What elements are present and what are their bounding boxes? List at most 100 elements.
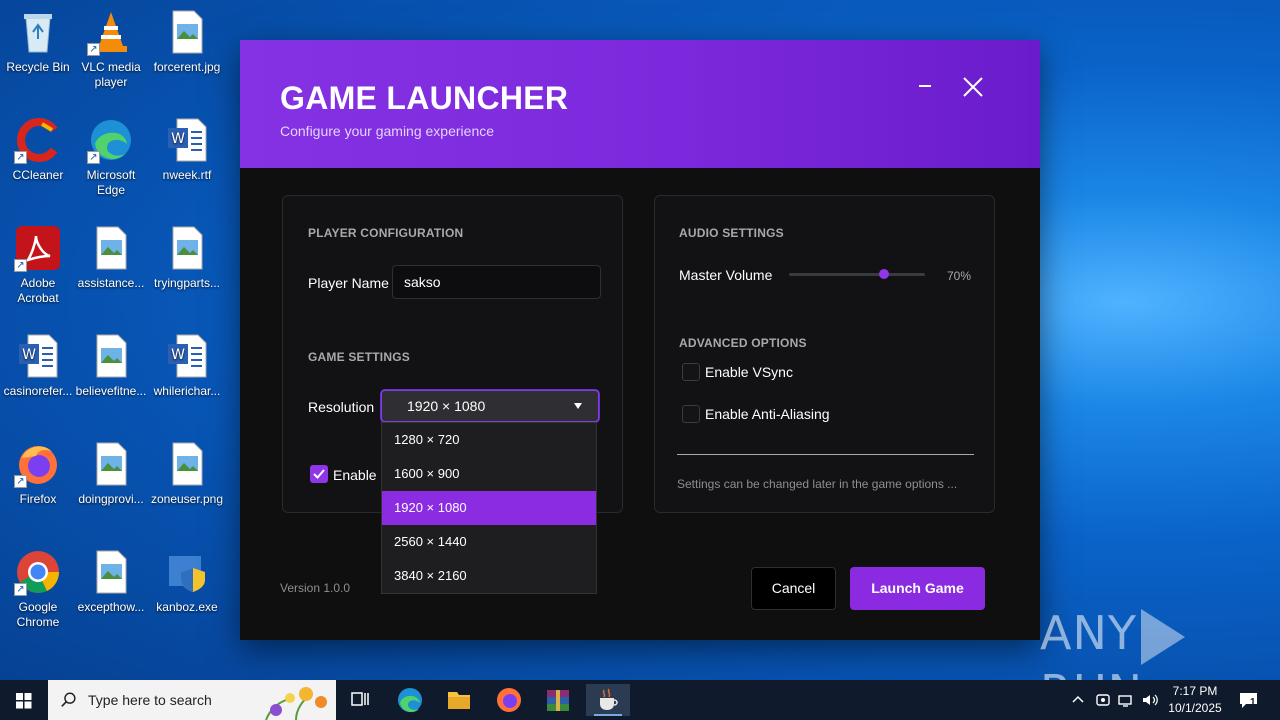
version-label: Version 1.0.0	[280, 581, 351, 595]
firefox-icon: ↗	[14, 440, 62, 488]
folder-icon	[448, 692, 470, 709]
audio-advanced-panel: AUDIO SETTINGS Master Volume 70% ADVANCE…	[654, 195, 995, 513]
edge-icon: ↗	[87, 116, 135, 164]
image-file-icon	[163, 8, 211, 56]
image-file-icon	[87, 224, 135, 272]
advanced-options-heading: ADVANCED OPTIONS	[679, 336, 807, 350]
resolution-option[interactable]: 1600 × 900	[382, 457, 596, 491]
taskbar-file-explorer[interactable]	[439, 684, 479, 716]
acrobat-icon: ↗	[14, 224, 62, 272]
desktop-icon-kanboz[interactable]: kanboz.exe	[149, 548, 225, 615]
enable-checkbox[interactable]	[310, 465, 328, 483]
desktop-icon-tryingparts[interactable]: tryingparts...	[149, 224, 225, 291]
start-button[interactable]	[0, 680, 48, 720]
active-indicator	[594, 714, 622, 716]
taskbar-firefox[interactable]	[489, 684, 529, 716]
taskbar-edge[interactable]	[390, 684, 430, 716]
resolution-option-selected[interactable]: 1920 × 1080	[382, 491, 596, 525]
windows-logo-icon	[16, 693, 32, 709]
svg-text:W: W	[171, 347, 185, 363]
desktop-icon-nweek[interactable]: W nweek.rtf	[149, 116, 225, 183]
anti-aliasing-checkbox[interactable]	[682, 405, 700, 423]
desktop-icon-label: whilerichar...	[153, 384, 221, 398]
desktop-icon-label: Adobe Acrobat	[17, 276, 59, 305]
image-file-icon	[163, 440, 211, 488]
network-button[interactable]	[1116, 690, 1136, 710]
enable-checkbox-label: Enable	[333, 467, 377, 483]
resolution-dropdown-list: 1280 × 720 1600 × 900 1920 × 1080 2560 ×…	[381, 422, 597, 594]
shortcut-arrow-icon: ↗	[87, 151, 100, 164]
desktop-icon-vlc[interactable]: ↗ VLC media player	[73, 8, 149, 90]
recycle-bin-icon	[14, 8, 62, 56]
desktop-icon-recycle-bin[interactable]: Recycle Bin	[0, 8, 76, 75]
winrar-icon	[547, 690, 569, 711]
installer-shield-icon	[163, 548, 211, 596]
desktop-icon-whilerichar[interactable]: W whilerichar...	[149, 332, 225, 399]
tray-device-icon	[1096, 694, 1110, 706]
desktop-icon-label: kanboz.exe	[156, 600, 218, 614]
desktop-icon-ccleaner[interactable]: ↗ CCleaner	[0, 116, 76, 183]
image-file-icon	[87, 548, 135, 596]
clock-date: 10/1/2025	[1168, 701, 1222, 715]
checkmark-icon	[313, 469, 325, 479]
taskbar-search-box[interactable]: Type here to search	[48, 680, 336, 720]
ccleaner-icon: ↗	[14, 116, 62, 164]
desktop-icon-zoneuser[interactable]: zoneuser.png	[149, 440, 225, 507]
desktop-icon-forcerent[interactable]: forcerent.jpg	[149, 8, 225, 75]
desktop-icon-firefox[interactable]: ↗ Firefox	[0, 440, 76, 507]
desktop-icon-excepthow[interactable]: excepthow...	[73, 548, 149, 615]
svg-text:W: W	[22, 347, 36, 363]
desktop-icon-doingprovi[interactable]: doingprovi...	[73, 440, 149, 507]
resolution-option[interactable]: 1280 × 720	[382, 423, 596, 457]
volume-button[interactable]	[1140, 690, 1160, 710]
image-file-icon	[87, 440, 135, 488]
desktop-icon-label: nweek.rtf	[162, 168, 212, 182]
close-button[interactable]	[958, 74, 988, 104]
desktop-icon-label: Microsoft Edge	[86, 168, 136, 197]
desktop-icon-label: forcerent.jpg	[153, 60, 221, 74]
desktop-icon-label: CCleaner	[12, 168, 64, 182]
cancel-button[interactable]: Cancel	[751, 567, 836, 610]
settings-hint: Settings can be changed later in the gam…	[677, 477, 958, 491]
tray-app-icon[interactable]	[1093, 690, 1113, 710]
desktop-icon-casinorefer[interactable]: W casinorefer...	[0, 332, 76, 399]
vsync-checkbox[interactable]	[682, 363, 700, 381]
desktop-icon-acrobat[interactable]: ↗ Adobe Acrobat	[0, 224, 76, 306]
launcher-header: GAME LAUNCHER Configure your gaming expe…	[240, 40, 1040, 168]
taskbar-java-app-active[interactable]	[586, 684, 630, 716]
word-document-icon: W	[163, 116, 211, 164]
desktop-icon-edge[interactable]: ↗ Microsoft Edge	[73, 116, 149, 198]
shortcut-arrow-icon: ↗	[14, 259, 27, 272]
shortcut-arrow-icon: ↗	[14, 583, 27, 596]
search-highlight-flowers-icon	[265, 687, 327, 720]
resolution-option[interactable]: 3840 × 2160	[382, 559, 596, 593]
taskbar-winrar[interactable]	[538, 684, 578, 716]
search-placeholder: Type here to search	[88, 692, 212, 708]
chevron-up-icon	[1072, 695, 1084, 703]
minimize-button[interactable]	[910, 74, 940, 104]
java-cup-icon	[600, 688, 618, 710]
desktop-icon-assistance[interactable]: assistance...	[73, 224, 149, 291]
resolution-label: Resolution	[308, 399, 375, 415]
image-file-icon	[163, 224, 211, 272]
task-view-button[interactable]	[340, 684, 380, 716]
player-configuration-heading: PLAYER CONFIGURATION	[308, 226, 464, 240]
master-volume-slider[interactable]	[789, 269, 925, 279]
chrome-icon: ↗	[14, 548, 62, 596]
launch-game-button[interactable]: Launch Game	[850, 567, 985, 610]
resolution-option[interactable]: 2560 × 1440	[382, 525, 596, 559]
desktop-icon-chrome[interactable]: ↗ Google Chrome	[0, 548, 76, 630]
notifications-button[interactable]: 1	[1237, 690, 1263, 710]
vsync-label: Enable VSync	[705, 364, 793, 380]
word-document-icon: W	[14, 332, 62, 380]
show-hidden-icons-button[interactable]	[1068, 690, 1088, 710]
player-name-input[interactable]: sakso	[392, 265, 601, 299]
desktop-icon-believefitne[interactable]: believefitne...	[73, 332, 149, 399]
taskbar-clock[interactable]: 7:17 PM 10/1/2025	[1160, 683, 1230, 717]
edge-icon	[398, 688, 422, 713]
volume-slider-thumb[interactable]	[879, 269, 890, 279]
vlc-cone-icon: ↗	[87, 8, 135, 56]
play-logo-icon	[1140, 608, 1185, 665]
resolution-select[interactable]: 1920 × 1080	[381, 390, 599, 422]
shortcut-arrow-icon: ↗	[14, 475, 27, 488]
